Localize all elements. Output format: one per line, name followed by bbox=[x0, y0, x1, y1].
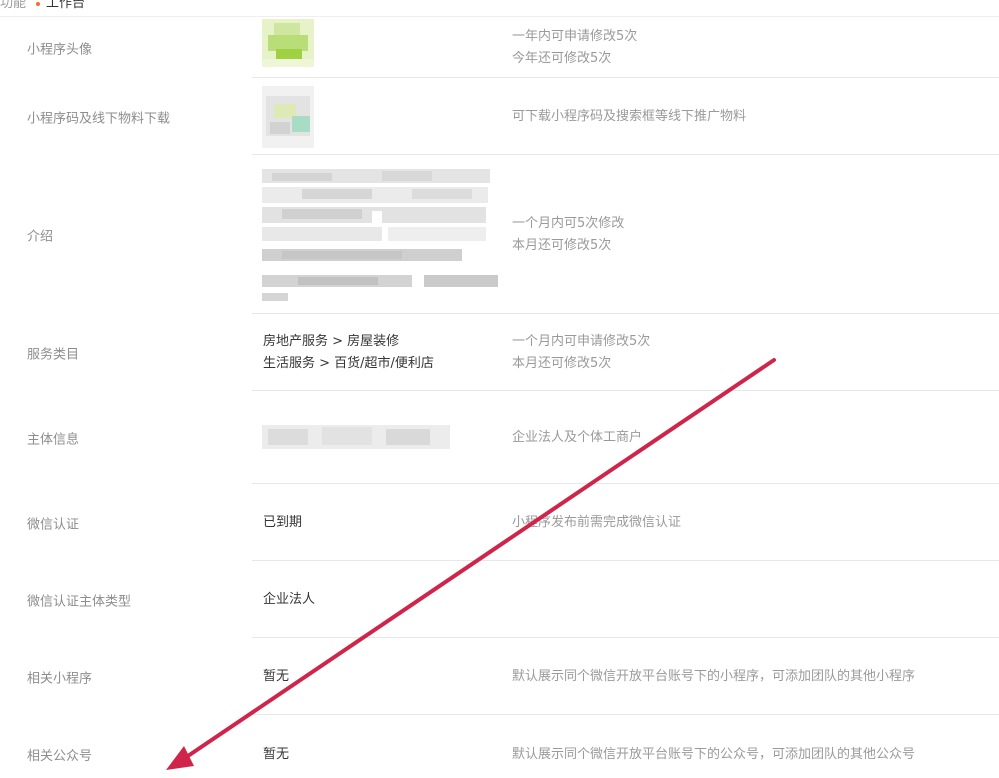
related-value: 暂无 bbox=[263, 747, 290, 762]
note-line: 一个月内可申请修改5次 bbox=[512, 333, 651, 349]
subject-type: 企业法人 bbox=[263, 591, 316, 607]
row-label: 小程序头像 bbox=[27, 42, 93, 57]
top-nav: 功能 工作台 bbox=[0, 0, 999, 16]
row-note: 小程序发布前需完成微信认证 bbox=[512, 512, 681, 534]
row-value: 企业法人 bbox=[263, 589, 315, 611]
tab-dot-icon bbox=[36, 1, 40, 6]
note-line: 可下载小程序码及搜索框等线下推广物料 bbox=[512, 108, 747, 124]
note-line: 小程序发布前需完成微信认证 bbox=[512, 514, 682, 530]
row-label: 相关小程序 bbox=[27, 671, 93, 686]
note-line: 本月还可修改5次 bbox=[512, 237, 612, 253]
row-intro: 介绍 一个月内可5次修改 本月还可修改5次 bbox=[0, 155, 999, 314]
note-line: 一年内可申请修改5次 bbox=[512, 28, 638, 44]
note-line: 默认展示同个微信开放平台账号下的小程序，可添加团队的其他小程序 bbox=[512, 668, 916, 684]
row-label: 微信认证 bbox=[27, 517, 80, 532]
row-service-category: 服务类目 房地产服务 > 房屋装修 生活服务 > 百货/超市/便利店 一个月内可… bbox=[0, 314, 999, 391]
row-avatar: 小程序头像 一年内可申请修改5次 今年还可修改5次 bbox=[0, 17, 999, 78]
nav-fragment[interactable]: 功能 bbox=[0, 0, 26, 11]
tab-workbench[interactable]: 工作台 bbox=[36, 0, 85, 11]
row-qrcode: 小程序码及线下物料下载 可下载小程序码及搜索框等线下推广物料 bbox=[0, 78, 999, 155]
qrcode-image[interactable] bbox=[262, 86, 314, 148]
note-line: 今年还可修改5次 bbox=[512, 50, 612, 66]
row-label: 微信认证主体类型 bbox=[27, 594, 132, 609]
row-note: 默认展示同个微信开放平台账号下的公众号，可添加团队的其他公众号 bbox=[512, 744, 915, 766]
row-value: 已到期 bbox=[263, 512, 302, 534]
row-related-miniprograms: 相关小程序 暂无 默认展示同个微信开放平台账号下的小程序，可添加团队的其他小程序 bbox=[0, 638, 999, 715]
row-note: 企业法人及个体工商户 bbox=[512, 427, 642, 449]
row-label: 小程序码及线下物料下载 bbox=[27, 111, 171, 126]
row-note: 一个月内可申请修改5次 本月还可修改5次 bbox=[512, 331, 650, 375]
tab-workbench-label: 工作台 bbox=[46, 0, 86, 11]
intro-text-image bbox=[262, 169, 498, 301]
note-line: 本月还可修改5次 bbox=[512, 355, 612, 371]
row-value: 暂无 bbox=[263, 666, 289, 688]
subject-info-image bbox=[262, 425, 450, 449]
row-value: 房地产服务 > 房屋装修 生活服务 > 百货/超市/便利店 bbox=[263, 331, 434, 375]
note-line: 一个月内可5次修改 bbox=[512, 215, 625, 231]
row-note: 一年内可申请修改5次 今年还可修改5次 bbox=[512, 26, 637, 70]
row-label: 相关公众号 bbox=[27, 749, 93, 764]
note-line: 企业法人及个体工商户 bbox=[512, 429, 643, 445]
related-value: 暂无 bbox=[263, 668, 290, 684]
verify-status: 已到期 bbox=[263, 514, 303, 530]
row-subject-info: 主体信息 企业法人及个体工商户 bbox=[0, 391, 999, 484]
row-wechat-verify: 微信认证 已到期 小程序发布前需完成微信认证 bbox=[0, 484, 999, 561]
row-label: 介绍 bbox=[27, 229, 54, 244]
avatar-image[interactable] bbox=[262, 19, 314, 67]
row-note: 一个月内可5次修改 本月还可修改5次 bbox=[512, 213, 624, 257]
row-note: 默认展示同个微信开放平台账号下的小程序，可添加团队的其他小程序 bbox=[512, 666, 915, 688]
row-note: 可下载小程序码及搜索框等线下推广物料 bbox=[512, 106, 746, 128]
row-label: 服务类目 bbox=[27, 347, 80, 362]
category-line: 生活服务 > 百货/超市/便利店 bbox=[263, 355, 434, 371]
category-line: 房地产服务 > 房屋装修 bbox=[263, 333, 400, 349]
row-label: 主体信息 bbox=[27, 432, 80, 447]
note-line: 默认展示同个微信开放平台账号下的公众号，可添加团队的其他公众号 bbox=[512, 747, 916, 762]
row-value: 暂无 bbox=[263, 744, 289, 766]
row-verify-subject-type: 微信认证主体类型 企业法人 bbox=[0, 561, 999, 638]
row-related-official-accounts: 相关公众号 暂无 默认展示同个微信开放平台账号下的公众号，可添加团队的其他公众号 bbox=[0, 715, 999, 778]
